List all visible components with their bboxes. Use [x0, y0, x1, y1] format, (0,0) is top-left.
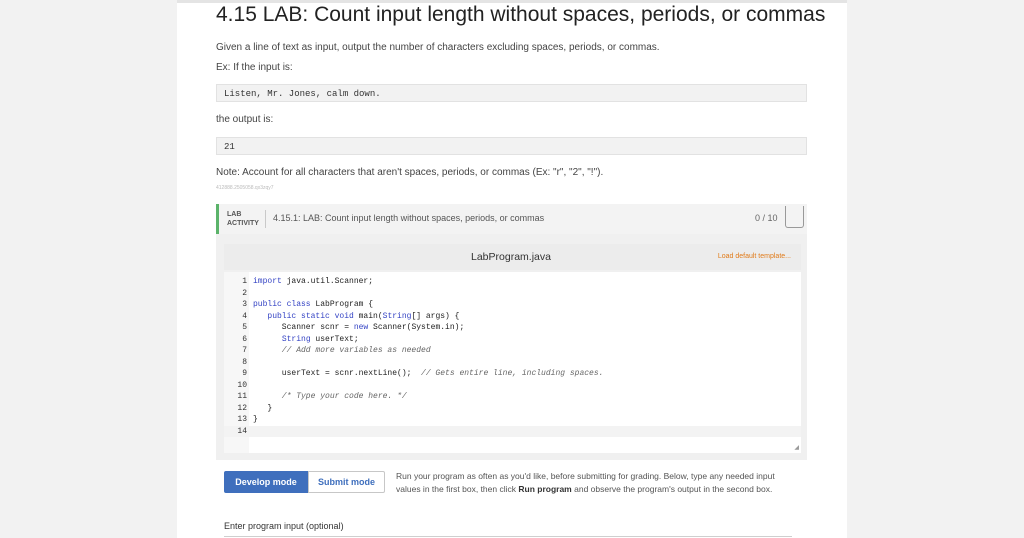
program-input-field[interactable]	[224, 536, 792, 537]
line-number: 10	[237, 380, 247, 390]
load-default-template-link[interactable]: Load default template...	[718, 253, 791, 260]
code-comment: // Gets entire line, including spaces.	[421, 369, 604, 378]
resize-handle-icon[interactable]: ◢	[794, 444, 799, 451]
lab-activity-badge: LAB ACTIVITY	[227, 210, 259, 228]
mode-help-text: Run your program as often as you'd like,…	[396, 470, 801, 495]
code-plain: [] args) {	[411, 311, 460, 321]
code-line: 11 /* Type your code here. */	[224, 391, 801, 403]
run-program-emphasis: Run program	[518, 483, 572, 494]
code-text: Scanner scnr = new Scanner(System.in);	[253, 322, 464, 334]
line-number: 13	[237, 415, 247, 424]
code-line: 12 }	[224, 403, 801, 415]
code-plain: userText = scnr.nextLine();	[253, 369, 422, 378]
code-text: public static void main(String[] args) {	[253, 311, 459, 323]
line-number: 11	[237, 392, 247, 401]
example-output-label: the output is:	[216, 114, 274, 125]
code-plain: }	[253, 415, 258, 424]
submit-mode-button[interactable]: Submit mode	[308, 471, 385, 493]
code-line: 4 public static void main(String[] args)…	[224, 311, 801, 323]
lab-header-separator	[265, 210, 266, 228]
lab-activity-title: 4.15.1: LAB: Count input length without …	[273, 213, 545, 223]
code-editor[interactable]: 1 import java.util.Scanner; 2 3 public c…	[224, 272, 801, 453]
line-number: 1	[242, 277, 247, 286]
example-output-box: 21	[216, 137, 807, 155]
code-text: import java.util.Scanner;	[253, 276, 373, 288]
code-keyword: new	[353, 323, 369, 332]
code-keyword: public static void	[267, 311, 354, 321]
code-comment: /* Type your code here. */	[253, 392, 407, 401]
code-line: 2	[224, 288, 801, 300]
activity-id: 412888.2505058.qx3zqy7	[216, 185, 274, 191]
code-plain: userText;	[310, 334, 359, 344]
code-plain: }	[253, 403, 273, 413]
code-type: String	[382, 311, 412, 321]
example-input-box: Listen, Mr. Jones, calm down.	[216, 84, 807, 102]
code-type: String	[281, 334, 311, 344]
code-line: 6 String userText;	[224, 334, 801, 346]
lab-badge-line1: LAB	[227, 211, 242, 218]
code-line: 10	[224, 380, 801, 392]
line-number: 3	[242, 300, 247, 309]
score-indicator-icon	[785, 206, 804, 228]
lab-badge-line2: ACTIVITY	[227, 220, 259, 227]
code-text: public class LabProgram {	[253, 299, 373, 311]
line-number: 7	[242, 346, 247, 355]
code-line: 8	[224, 357, 801, 369]
code-line-active[interactable]: 14	[224, 425, 801, 437]
code-line: 7 // Add more variables as needed	[224, 345, 801, 357]
line-number: 2	[242, 288, 247, 298]
code-comment: // Add more variables as needed	[253, 346, 431, 355]
note-text: Note: Account for all characters that ar…	[216, 167, 604, 178]
problem-description: Given a line of text as input, output th…	[216, 42, 660, 53]
editor-file-bar: LabProgram.java Load default template...	[224, 244, 801, 270]
code-plain: LabProgram {	[310, 300, 374, 309]
lab-score: 0 / 10	[755, 213, 778, 223]
code-plain: Scanner(System.in);	[368, 323, 465, 332]
code-text: String userText;	[253, 334, 359, 346]
code-keyword: public class	[253, 300, 311, 309]
line-number: 8	[242, 357, 247, 367]
code-line: 1 import java.util.Scanner;	[224, 276, 801, 288]
develop-mode-button[interactable]: Develop mode	[224, 471, 308, 493]
code-plain: Scanner scnr =	[253, 323, 354, 332]
code-line: 5 Scanner scnr = new Scanner(System.in);	[224, 322, 801, 334]
lab-activity-header: LAB ACTIVITY 4.15.1: LAB: Count input le…	[216, 204, 807, 234]
code-line: 13 }	[224, 414, 801, 426]
code-plain: java.util.Scanner;	[281, 277, 374, 286]
line-number: 12	[237, 403, 247, 413]
line-number: 4	[242, 311, 247, 321]
page-title: 4.15 LAB: Count input length without spa…	[216, 3, 826, 26]
line-number: 14	[237, 426, 247, 436]
line-number: 6	[242, 334, 247, 344]
code-line: 9 userText = scnr.nextLine(); // Gets en…	[224, 368, 801, 380]
code-line: 3 public class LabProgram {	[224, 299, 801, 311]
file-name: LabProgram.java	[471, 251, 551, 263]
code-keyword: import	[253, 277, 282, 286]
example-input-label: Ex: If the input is:	[216, 62, 293, 73]
code-plain: main(	[353, 311, 383, 321]
line-number: 9	[242, 369, 247, 378]
code-text: userText = scnr.nextLine(); // Gets enti…	[253, 368, 604, 380]
line-number: 5	[242, 323, 247, 332]
program-input-label: Enter program input (optional)	[224, 521, 344, 531]
mode-help-part2: and observe the program's output in the …	[571, 483, 773, 494]
